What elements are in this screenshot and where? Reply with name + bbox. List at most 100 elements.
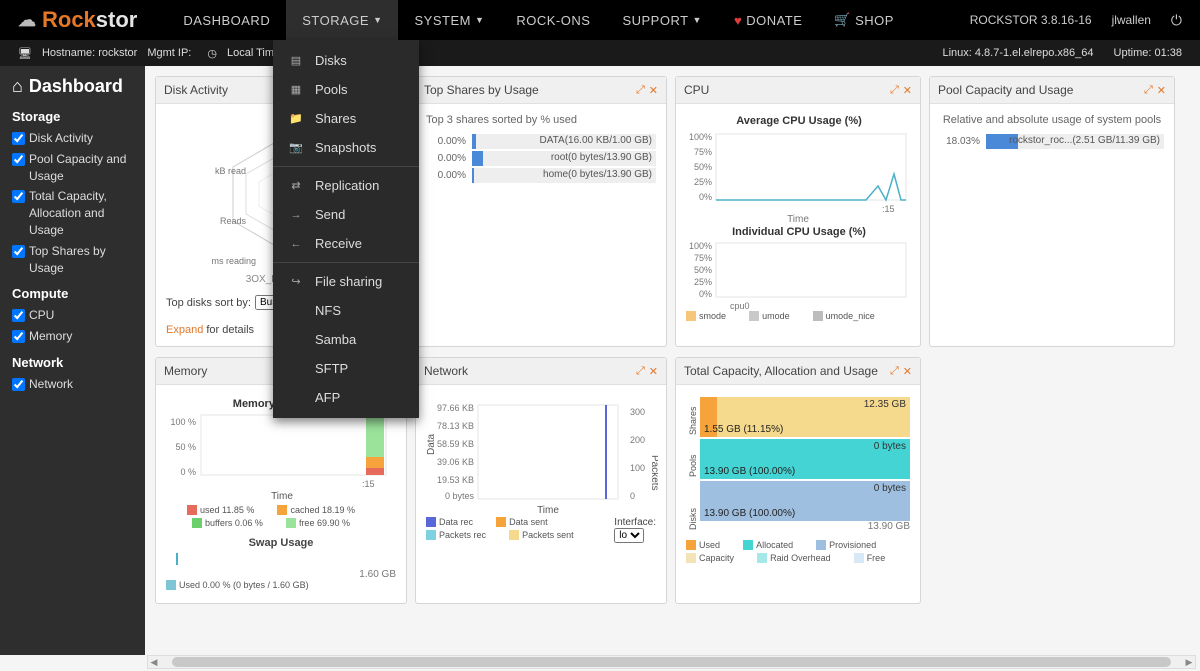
dropdown-nfs[interactable]: NFS — [273, 296, 419, 325]
heart-icon: ♥ — [734, 13, 742, 28]
svg-text:50%: 50% — [694, 265, 712, 275]
svg-text:0 %: 0 % — [180, 467, 196, 477]
maximize-icon[interactable]: ⤢ — [1144, 84, 1153, 97]
dropdown-replication[interactable]: ⇄Replication — [273, 171, 419, 200]
scrollbar-thumb[interactable] — [172, 657, 1171, 667]
sidebar-section-compute: Compute — [12, 286, 133, 301]
dropdown-samba[interactable]: Samba — [273, 325, 419, 354]
svg-text:100: 100 — [630, 463, 645, 473]
svg-text:78.13 KB: 78.13 KB — [437, 421, 474, 431]
panel-title: Network — [424, 364, 468, 378]
sidebar-item-cpu[interactable]: CPU — [12, 305, 133, 326]
maximize-icon[interactable]: ⤢ — [636, 365, 645, 378]
close-icon[interactable]: ✕ — [649, 84, 658, 97]
sidebar-item-total-capacity[interactable]: Total Capacity, Allocation and Usage — [12, 186, 133, 240]
maximize-icon[interactable]: ⤢ — [890, 84, 899, 97]
dropdown-filesharing[interactable]: ↪File sharing — [273, 267, 419, 296]
expand-link[interactable]: Expand — [166, 324, 203, 336]
panel-title: Memory — [164, 364, 207, 378]
interface-select[interactable]: lo — [614, 528, 644, 543]
svg-text:kB read: kB read — [215, 166, 246, 176]
svg-text:Individual CPU Usage (%): Individual CPU Usage (%) — [732, 226, 866, 238]
svg-text:75%: 75% — [694, 253, 712, 263]
svg-text:0%: 0% — [699, 192, 712, 202]
nav-shop[interactable]: 🛒SHOP — [818, 0, 910, 40]
svg-text:Data: Data — [426, 433, 437, 455]
network-chart: 97.66 KB 78.13 KB 58.59 KB 39.06 KB 19.5… — [426, 395, 658, 515]
logo[interactable]: ☁ Rockstor — [18, 7, 137, 33]
svg-text:75%: 75% — [694, 147, 712, 157]
cart-icon: 🛒 — [834, 12, 851, 28]
dropdown-send[interactable]: →Send — [273, 200, 419, 229]
share-row: 0.00%root(0 bytes/13.90 GB) — [426, 151, 656, 166]
svg-text:200: 200 — [630, 435, 645, 445]
svg-text::15: :15 — [362, 479, 375, 489]
page-title: ⌂Dashboard — [12, 76, 133, 97]
panel-cpu: CPU ⤢ ✕ Average CPU Usage (%) 100% 75% 50%… — [675, 76, 921, 347]
time-label: Time — [686, 214, 910, 225]
swap-chart — [166, 549, 398, 569]
svg-text:97.66 KB: 97.66 KB — [437, 403, 474, 413]
dropdown-afp[interactable]: AFP — [273, 383, 419, 412]
clock-icon: ◷ — [207, 47, 217, 60]
monitor-icon: 🖥 — [18, 47, 32, 60]
svg-text:58.59 KB: 58.59 KB — [437, 439, 474, 449]
close-icon[interactable]: ✕ — [903, 365, 912, 378]
svg-text:Reads: Reads — [220, 216, 247, 226]
panel-title: CPU — [684, 83, 709, 97]
svg-text:cpu0: cpu0 — [730, 301, 750, 311]
svg-text:50 %: 50 % — [175, 442, 196, 452]
scroll-left-icon[interactable]: ◀ — [148, 657, 160, 668]
panel-network: Network ⤢ ✕ 97.66 KB 78.13 KB 58.59 KB 39.… — [415, 357, 667, 604]
arrow-right-icon: → — [289, 209, 303, 221]
camera-icon: 📷 — [289, 141, 303, 154]
capacity-disks: Disks 0 bytes13.90 GB (100.00%) 13.90 GB — [686, 481, 910, 532]
scroll-right-icon[interactable]: ▶ — [1183, 657, 1195, 668]
sidebar-section-storage: Storage — [12, 109, 133, 124]
nav-rockons[interactable]: ROCK-ONS — [500, 0, 606, 40]
power-icon[interactable]: ⏻ — [1171, 12, 1182, 29]
caret-down-icon: ▼ — [475, 15, 484, 25]
nav-donate[interactable]: ♥DONATE — [718, 0, 818, 40]
sidebar-item-disk-activity[interactable]: Disk Activity — [12, 128, 133, 149]
dropdown-receive[interactable]: ←Receive — [273, 229, 419, 258]
horizontal-scrollbar[interactable]: ◀ ▶ — [147, 655, 1196, 669]
nav-storage[interactable]: STORAGE▼ — [286, 0, 398, 40]
svg-text:100%: 100% — [689, 132, 712, 142]
close-icon[interactable]: ✕ — [1157, 84, 1166, 97]
sort-label: Top disks sort by: — [166, 297, 251, 309]
cpu-ind-chart: Individual CPU Usage (%) 100% 75% 50% 25… — [686, 225, 912, 311]
uptime-label: Uptime: 01:38 — [1114, 47, 1182, 59]
dropdown-sftp[interactable]: SFTP — [273, 354, 419, 383]
panel-title: Top Shares by Usage — [424, 83, 539, 97]
svg-text:0: 0 — [630, 491, 635, 501]
svg-text::15: :15 — [882, 204, 895, 214]
sidebar-item-network[interactable]: Network — [12, 374, 133, 395]
mgmt-ip-label: Mgmt IP: — [147, 47, 191, 59]
close-icon[interactable]: ✕ — [903, 84, 912, 97]
panel-pool-capacity: Pool Capacity and Usage⤢✕ Relative and a… — [929, 76, 1175, 347]
dropdown-disks[interactable]: ▤Disks — [273, 46, 419, 75]
dropdown-shares[interactable]: 📁Shares — [273, 104, 419, 133]
dropdown-snapshots[interactable]: 📷Snapshots — [273, 133, 419, 162]
maximize-icon[interactable]: ⤢ — [890, 365, 899, 378]
dropdown-pools[interactable]: ▦Pools — [273, 75, 419, 104]
nav-system[interactable]: SYSTEM▼ — [398, 0, 500, 40]
user-label[interactable]: jlwallen — [1112, 13, 1151, 27]
nav-dashboard[interactable]: DASHBOARD — [167, 0, 286, 40]
panel-total-capacity: Total Capacity, Allocation and Usage⤢✕ S… — [675, 357, 921, 604]
subtitle: Top 3 shares sorted by % used — [426, 114, 656, 126]
folder-icon: 📁 — [289, 112, 303, 125]
maximize-icon[interactable]: ⤢ — [636, 84, 645, 97]
panel-title: Disk Activity — [164, 83, 228, 97]
subtitle: Relative and absolute usage of system po… — [940, 114, 1164, 126]
storage-dropdown: ▤Disks ▦Pools 📁Shares 📷Snapshots ⇄Replic… — [273, 40, 419, 418]
sidebar-item-top-shares[interactable]: Top Shares by Usage — [12, 241, 133, 279]
nav-support[interactable]: SUPPORT▼ — [606, 0, 718, 40]
sidebar-item-pool-capacity[interactable]: Pool Capacity and Usage — [12, 149, 133, 187]
svg-text:Average CPU Usage (%): Average CPU Usage (%) — [736, 115, 862, 127]
sidebar-item-memory[interactable]: Memory — [12, 326, 133, 347]
close-icon[interactable]: ✕ — [649, 365, 658, 378]
interface-label: Interface: — [614, 517, 656, 528]
cpu-avg-chart: Average CPU Usage (%) 100% 75% 50% 25% 0… — [686, 114, 912, 214]
